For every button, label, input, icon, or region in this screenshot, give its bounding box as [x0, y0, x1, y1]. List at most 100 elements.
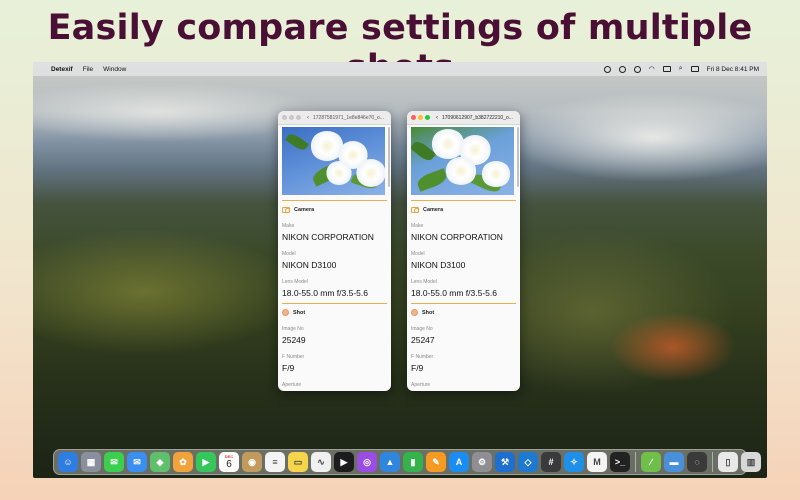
menu-clock[interactable]: Fri 8 Dec 8:41 PM [707, 66, 759, 73]
dock: ☺ ▦ ✉ ✉ ◆ ✿ ▶ DEC 6 ◉ ≡ ▭ ∿ ▶ ◎ ▲ ▮ ✎ A ⚙ ⚒ ◇ # ✧ M >_ ∕ ▬ ◌ ▯ ▥ [53, 449, 761, 475]
section-shot: Shot [411, 308, 516, 317]
pages-icon[interactable]: ✎ [426, 452, 446, 472]
play-status-icon[interactable] [618, 65, 626, 73]
mail-icon[interactable]: ✉ [127, 452, 147, 472]
window-content[interactable]: Camera Make NIKON CORPORATION Model NIKO… [407, 125, 520, 391]
divider [282, 303, 387, 304]
section-camera: Camera [411, 205, 516, 214]
dock-separator [635, 452, 636, 472]
appletv-icon[interactable]: ▶ [334, 452, 354, 472]
make-value: NIKON CORPORATION [282, 232, 374, 242]
dock-separator [712, 452, 713, 472]
menu-file[interactable]: File [83, 66, 93, 73]
battery-icon[interactable] [662, 66, 671, 72]
minimize-button[interactable] [289, 115, 294, 120]
contacts-icon[interactable]: ◉ [242, 452, 262, 472]
wifi-icon[interactable]: ◠ [649, 65, 655, 73]
trash-icon[interactable]: ▥ [741, 452, 761, 472]
lens-model-label: Lens Model [282, 279, 308, 285]
make-value: NIKON CORPORATION [411, 232, 503, 242]
focus-status-icon[interactable] [603, 65, 611, 73]
calendar-icon[interactable]: DEC 6 [219, 452, 239, 472]
podcasts-icon[interactable]: ◎ [357, 452, 377, 472]
f-number-value: F/9 [411, 363, 424, 373]
f-number-label: F Number [282, 354, 305, 360]
document-icon[interactable]: ▯ [718, 452, 738, 472]
menu-bar: Detexif File Window ◠ ⌕ Fri 8 Dec 8:41 P… [33, 62, 767, 76]
grapher-icon[interactable]: ∕ [641, 452, 661, 472]
model-label: Model [411, 251, 425, 257]
mac-desktop: Detexif File Window ◠ ⌕ Fri 8 Dec 8:41 P… [33, 62, 767, 478]
freeform-icon[interactable]: ∿ [311, 452, 331, 472]
f-number-label: F Number [411, 354, 434, 360]
menu-window[interactable]: Window [103, 66, 126, 73]
safari-icon[interactable]: ✧ [564, 452, 584, 472]
keynote-icon[interactable]: ▲ [380, 452, 400, 472]
display-status-icon[interactable] [633, 65, 641, 73]
xcode-icon[interactable]: ⚒ [495, 452, 515, 472]
menu-app-name[interactable]: Detexif [51, 66, 73, 73]
window-titlebar[interactable]: ‹ 17090612907_b382722210_o... [407, 111, 520, 125]
model-value: NIKON D3100 [411, 260, 466, 270]
window-titlebar[interactable]: ‹ 17287581971_1e8e846e70_o... [278, 111, 391, 125]
photos-icon[interactable]: ✿ [173, 452, 193, 472]
camera-icon [411, 206, 419, 213]
image-no-value: 25247 [411, 335, 435, 345]
make-label: Make [411, 223, 424, 229]
photo-thumbnail [282, 127, 385, 195]
zoom-button[interactable] [425, 115, 430, 120]
window-title: 17287581971_1e8e846e70_o... [313, 114, 384, 121]
model-label: Model [282, 251, 296, 257]
photo-thumbnail [411, 127, 514, 195]
make-label: Make [282, 223, 295, 229]
section-shot: Shot [282, 308, 387, 317]
notes-icon[interactable]: ▭ [288, 452, 308, 472]
f-number-value: F/9 [282, 363, 295, 373]
vscode-icon[interactable]: ◇ [518, 452, 538, 472]
scrollbar[interactable] [388, 127, 390, 187]
detexif-icon[interactable]: ◌ [687, 452, 707, 472]
maps-icon[interactable]: ◆ [150, 452, 170, 472]
minimize-button[interactable] [418, 115, 423, 120]
gmail-icon[interactable]: M [587, 452, 607, 472]
divider [411, 303, 516, 304]
section-camera-label: Camera [294, 206, 315, 213]
launchpad-icon[interactable]: ▦ [81, 452, 101, 472]
image-no-label: Image No [411, 326, 433, 332]
chevron-left-icon[interactable]: ‹ [436, 115, 438, 121]
calculator-icon[interactable]: # [541, 452, 561, 472]
aperture-label: Aperture [411, 382, 431, 388]
scrollbar[interactable] [517, 127, 519, 187]
lens-model-value: 18.0-55.0 mm f/3.5-5.6 [282, 288, 368, 298]
shot-icon [411, 309, 418, 316]
image-no-label: Image No [282, 326, 304, 332]
facetime-icon[interactable]: ▶ [196, 452, 216, 472]
preview-icon[interactable]: ▬ [664, 452, 684, 472]
messages-icon[interactable]: ✉ [104, 452, 124, 472]
exif-window-1[interactable]: ‹ 17287581971_1e8e846e70_o... Camera Mak… [278, 111, 391, 391]
numbers-icon[interactable]: ▮ [403, 452, 423, 472]
model-value: NIKON D3100 [282, 260, 337, 270]
close-button[interactable] [411, 115, 416, 120]
reminders-icon[interactable]: ≡ [265, 452, 285, 472]
section-shot-label: Shot [422, 309, 435, 316]
calendar-day: 6 [226, 459, 232, 470]
exif-window-2[interactable]: ‹ 17090612907_b382722210_o... Camera Mak… [407, 111, 520, 391]
system-settings-icon[interactable]: ⚙ [472, 452, 492, 472]
terminal-icon[interactable]: >_ [610, 452, 630, 472]
search-icon[interactable]: ⌕ [679, 65, 683, 73]
appstore-icon[interactable]: A [449, 452, 469, 472]
control-center-icon[interactable] [690, 66, 699, 72]
aperture-label: Aperture [282, 382, 302, 388]
image-no-value: 25249 [282, 335, 306, 345]
divider [282, 200, 387, 201]
section-camera: Camera [282, 205, 387, 214]
close-button[interactable] [282, 115, 287, 120]
cloud-decor [503, 92, 767, 182]
window-content[interactable]: Camera Make NIKON CORPORATION Model NIKO… [278, 125, 391, 391]
finder-icon[interactable]: ☺ [58, 452, 78, 472]
lens-model-label: Lens Model [411, 279, 437, 285]
zoom-button[interactable] [296, 115, 301, 120]
chevron-left-icon[interactable]: ‹ [307, 115, 309, 121]
window-title: 17090612907_b382722210_o... [442, 114, 513, 121]
